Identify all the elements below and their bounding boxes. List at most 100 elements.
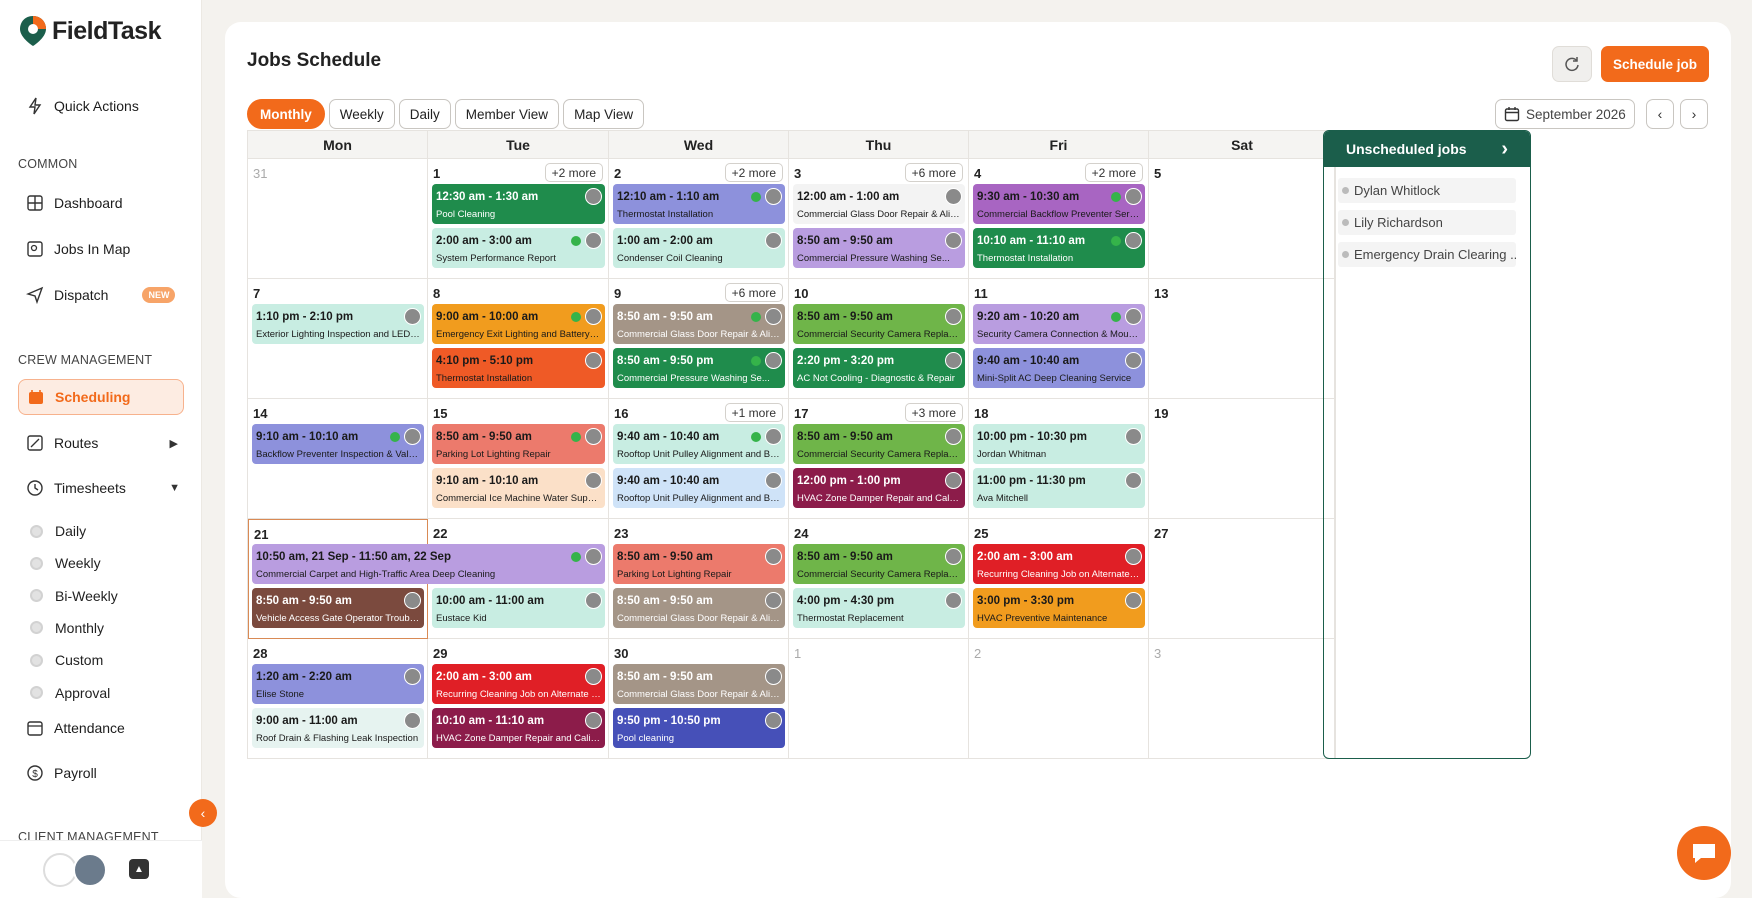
- job-event[interactable]: 8:50 am - 9:50 am Commercial Security Cam…: [793, 544, 965, 584]
- more-events-button[interactable]: +2 more: [1084, 163, 1143, 182]
- more-events-button[interactable]: +2 more: [724, 163, 783, 182]
- assignee-avatar: [585, 712, 602, 729]
- job-event[interactable]: 9:40 am - 10:40 am Rooftop Unit Pulley Al…: [613, 468, 785, 508]
- nav-timesheet-custom[interactable]: Custom: [30, 652, 103, 668]
- check-icon: [751, 356, 761, 366]
- unscheduled-job-item[interactable]: Emergency Drain Clearing ...: [1338, 242, 1516, 267]
- job-event[interactable]: 8:50 am - 9:50 am Commercial Pressure Was…: [793, 228, 965, 268]
- job-event[interactable]: 10:10 am - 11:10 am Thermostat Installati…: [973, 228, 1145, 268]
- tab-monthly[interactable]: Monthly: [247, 99, 325, 129]
- job-event[interactable]: 9:30 am - 10:30 am Commercial Backflow Pr…: [973, 184, 1145, 224]
- job-event[interactable]: 10:50 am, 21 Sep - 11:50 am, 22 Sep Comme…: [252, 544, 605, 584]
- job-event[interactable]: 4:00 pm - 4:30 pm Thermostat Replacement: [793, 588, 965, 628]
- job-event[interactable]: 12:10 am - 1:10 am Thermostat Installatio…: [613, 184, 785, 224]
- calendar-day-cell[interactable]: 27: [1149, 519, 1336, 639]
- job-event[interactable]: 3:00 pm - 3:30 pm HVAC Preventive Mainten…: [973, 588, 1145, 628]
- job-event[interactable]: 10:10 am - 11:10 am HVAC Zone Damper Repa…: [432, 708, 605, 748]
- job-event[interactable]: 8:50 am - 9:50 am Commercial Security Cam…: [793, 304, 965, 344]
- job-event[interactable]: 12:00 am - 1:00 am Commercial Glass Door …: [793, 184, 965, 224]
- nav-label: Routes: [54, 435, 99, 451]
- unscheduled-job-label: Emergency Drain Clearing ...: [1354, 247, 1516, 262]
- job-event[interactable]: 2:00 am - 3:00 am Recurring Cleaning Job …: [973, 544, 1145, 584]
- brand-logo[interactable]: FieldTask: [18, 14, 161, 48]
- nav-quick-actions[interactable]: Quick Actions: [18, 88, 139, 124]
- tab-member-view[interactable]: Member View: [454, 99, 560, 129]
- calendar-day-cell[interactable]: 5: [1149, 159, 1336, 279]
- job-event[interactable]: 8:50 am - 9:50 am Parking Lot Lighting Re…: [432, 424, 605, 464]
- job-event[interactable]: 2:20 pm - 3:20 pm AC Not Cooling - Diagno…: [793, 348, 965, 388]
- expand-icon[interactable]: ▲: [129, 859, 149, 879]
- day-number: 28: [253, 646, 268, 661]
- tab-map-view[interactable]: Map View: [563, 99, 645, 129]
- calendar-day-cell[interactable]: 19: [1149, 399, 1336, 519]
- job-event[interactable]: 1:00 am - 2:00 am Condenser Coil Cleaning: [613, 228, 785, 268]
- job-event[interactable]: 8:50 am - 9:50 am Commercial Glass Door R…: [613, 588, 785, 628]
- job-event[interactable]: 10:00 pm - 10:30 pm Jordan Whitman: [973, 424, 1145, 464]
- nav-dashboard[interactable]: Dashboard: [18, 185, 123, 221]
- more-events-button[interactable]: +6 more: [724, 283, 783, 302]
- more-events-button[interactable]: +3 more: [904, 403, 963, 422]
- event-time: 11:00 pm - 11:30 pm: [977, 475, 1086, 487]
- nav-routes[interactable]: Routes ▶: [18, 425, 184, 461]
- job-event[interactable]: 9:50 pm - 10:50 pm Pool cleaning: [613, 708, 785, 748]
- nav-scheduling[interactable]: Scheduling: [18, 379, 184, 415]
- assignee-avatar: [945, 188, 962, 205]
- nav-jobs-in-map[interactable]: Jobs In Map: [18, 231, 130, 267]
- job-event[interactable]: 2:00 am - 3:00 am Recurring Cleaning Job …: [432, 664, 605, 704]
- job-event[interactable]: 9:40 am - 10:40 am Rooftop Unit Pulley Al…: [613, 424, 785, 464]
- nav-timesheets[interactable]: Timesheets ▼: [18, 470, 184, 506]
- nav-timesheet-bi-weekly[interactable]: Bi-Weekly: [30, 588, 118, 604]
- job-event[interactable]: 12:00 pm - 1:00 pm HVAC Zone Damper Repai…: [793, 468, 965, 508]
- calendar-day-cell[interactable]: 3: [1149, 639, 1336, 759]
- collapse-sidebar-button[interactable]: ‹: [189, 799, 217, 827]
- calendar-day-cell[interactable]: 13: [1149, 279, 1336, 399]
- nav-timesheet-approval[interactable]: Approval: [30, 685, 110, 701]
- job-event[interactable]: 9:00 am - 10:00 am Emergency Exit Lightin…: [432, 304, 605, 344]
- nav-timesheet-monthly[interactable]: Monthly: [30, 620, 104, 636]
- more-events-button[interactable]: +1 more: [724, 403, 783, 422]
- job-event[interactable]: 2:00 am - 3:00 am System Performance Repo…: [432, 228, 605, 268]
- user-avatar[interactable]: [73, 853, 107, 887]
- month-picker[interactable]: September 2026: [1495, 99, 1635, 129]
- nav-timesheet-weekly[interactable]: Weekly: [30, 555, 101, 571]
- calendar-day-cell[interactable]: 2: [969, 639, 1149, 759]
- calendar-day-cell[interactable]: 31: [248, 159, 428, 279]
- next-month-button[interactable]: ›: [1680, 99, 1708, 129]
- job-event[interactable]: 4:10 pm - 5:10 pm Thermostat Installation: [432, 348, 605, 388]
- job-event[interactable]: 10:00 am - 11:00 am Eustace Kid: [432, 588, 605, 628]
- more-events-button[interactable]: +6 more: [904, 163, 963, 182]
- more-events-button[interactable]: +2 more: [544, 163, 603, 182]
- calendar-day-cell[interactable]: 1: [789, 639, 969, 759]
- chat-support-button[interactable]: [1677, 826, 1731, 880]
- job-event[interactable]: 8:50 am - 9:50 am Parking Lot Lighting Re…: [613, 544, 785, 584]
- job-event[interactable]: 11:00 pm - 11:30 pm Ava Mitchell: [973, 468, 1145, 508]
- schedule-job-button[interactable]: Schedule job: [1601, 46, 1709, 82]
- job-event[interactable]: 12:30 am - 1:30 am Pool Cleaning: [432, 184, 605, 224]
- job-event[interactable]: 8:50 am - 9:50 am Vehicle Access Gate Ope…: [252, 588, 424, 628]
- nav-attendance[interactable]: Attendance: [18, 710, 125, 746]
- tab-weekly[interactable]: Weekly: [328, 99, 395, 129]
- job-event[interactable]: 1:20 am - 2:20 am Elise Stone: [252, 664, 424, 704]
- org-avatar[interactable]: [43, 853, 77, 887]
- job-event[interactable]: 8:50 am - 9:50 am Commercial Glass Door R…: [613, 304, 785, 344]
- tab-daily[interactable]: Daily: [398, 99, 451, 129]
- unscheduled-job-item[interactable]: Lily Richardson: [1338, 210, 1516, 235]
- job-event[interactable]: 8:50 am - 9:50 am Commercial Security Cam…: [793, 424, 965, 464]
- nav-dispatch[interactable]: Dispatch NEW: [18, 277, 176, 313]
- refresh-button[interactable]: [1552, 46, 1592, 82]
- prev-month-button[interactable]: ‹: [1646, 99, 1674, 129]
- job-event[interactable]: 9:10 am - 10:10 am Commercial Ice Machine…: [432, 468, 605, 508]
- nav-timesheet-daily[interactable]: Daily: [30, 523, 86, 539]
- job-event[interactable]: 1:10 pm - 2:10 pm Exterior Lighting Inspe…: [252, 304, 424, 344]
- assignee-avatar: [1125, 308, 1142, 325]
- job-event[interactable]: 9:40 am - 10:40 am Mini-Split AC Deep Cle…: [973, 348, 1145, 388]
- assignee-avatar: [945, 472, 962, 489]
- nav-payroll[interactable]: $ Payroll: [18, 755, 97, 791]
- unscheduled-header[interactable]: Unscheduled jobs ›: [1324, 131, 1530, 167]
- job-event[interactable]: 8:50 am - 9:50 pm Commercial Pressure Was…: [613, 348, 785, 388]
- job-event[interactable]: 9:10 am - 10:10 am Backflow Preventer Ins…: [252, 424, 424, 464]
- job-event[interactable]: 8:50 am - 9:50 am Commercial Glass Door R…: [613, 664, 785, 704]
- job-event[interactable]: 9:20 am - 10:20 am Security Camera Connec…: [973, 304, 1145, 344]
- job-event[interactable]: 9:00 am - 11:00 am Roof Drain & Flashing …: [252, 708, 424, 748]
- unscheduled-job-item[interactable]: Dylan Whitlock: [1338, 178, 1516, 203]
